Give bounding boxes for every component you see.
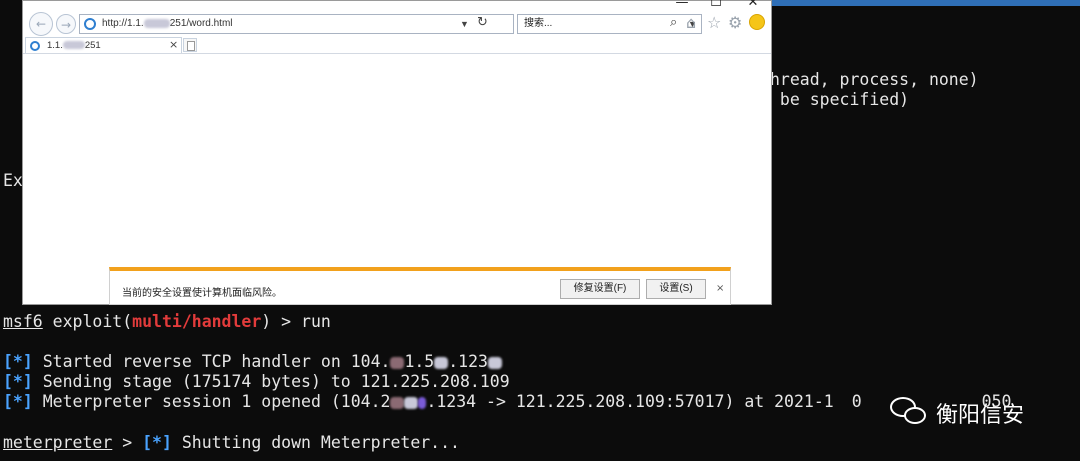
redaction-blur	[488, 356, 502, 369]
terminal-title-strip	[772, 0, 1080, 6]
redaction-blur	[418, 396, 427, 409]
address-dropdown-icon[interactable]: ▼	[460, 15, 469, 33]
redaction-blur	[434, 356, 449, 369]
browser-window[interactable]: — ☐ ✕ ← → http://1.1. 251/word.html ▼ ↻ 搜…	[22, 0, 772, 305]
module-name: multi/handler	[132, 312, 262, 331]
terminal-partial-line: be specified)	[770, 90, 910, 109]
infobar-message: 当前的安全设置使计算机面临风险。	[122, 288, 282, 299]
redaction-blur	[404, 396, 419, 409]
forward-icon[interactable]: →	[56, 14, 76, 34]
refresh-icon[interactable]: ↻	[477, 14, 488, 32]
close-button[interactable]: ✕	[742, 0, 764, 10]
back-icon[interactable]: ←	[29, 12, 53, 36]
watermark-text: 衡阳信安	[936, 403, 1025, 428]
redaction-blur	[143, 18, 170, 28]
home-icon[interactable]: ⌂	[686, 13, 696, 32]
new-tab-icon	[187, 41, 195, 51]
terminal-partial-line: Ex	[3, 171, 23, 190]
msf-prompt: msf6	[3, 312, 43, 331]
tab-close-icon[interactable]: ×	[169, 38, 178, 51]
redaction-blur	[390, 356, 405, 369]
msf-prompt-line: msf6 exploit(multi/handler) > run	[3, 312, 331, 331]
settings-button[interactable]: 设置(S)	[646, 279, 706, 299]
gear-icon[interactable]: ⚙	[728, 13, 742, 32]
output-line-session: [*] Meterpreter session 1 opened (104.2.…	[3, 392, 1012, 411]
infobar-close-icon[interactable]: ×	[716, 283, 724, 294]
security-infobar: 当前的安全设置使计算机面临风险。 修复设置(F) 设置(S) ×	[109, 267, 731, 305]
address-text: http://1.1. 251/word.html	[102, 18, 233, 29]
feedback-smiley-icon[interactable]	[749, 14, 765, 30]
tab-divider	[23, 53, 771, 54]
meterpreter-prompt: meterpreter	[3, 433, 113, 452]
tab-ie-icon	[30, 41, 40, 51]
output-line-started: [*] Started reverse TCP handler on 104. 1…	[3, 352, 502, 372]
favorites-star-icon[interactable]: ☆	[707, 13, 721, 32]
maximize-button[interactable]: ☐	[705, 0, 727, 10]
search-icon[interactable]: ⌕	[670, 14, 677, 32]
redaction-blur	[62, 41, 85, 50]
new-tab-button[interactable]	[183, 38, 197, 52]
fix-settings-button[interactable]: 修复设置(F)	[560, 279, 640, 299]
terminal-partial-line: hread, process, none)	[770, 70, 979, 89]
meterpreter-prompt-line: meterpreter > [*] Shutting down Meterpre…	[3, 433, 460, 452]
redaction-blur	[390, 396, 405, 409]
search-placeholder: 搜索...	[524, 18, 553, 29]
ie-page-icon	[84, 18, 96, 30]
tab-word-html[interactable]: 1.1. 251	[25, 37, 182, 53]
wechat-logo-icon	[904, 407, 926, 424]
address-bar[interactable]: http://1.1. 251/word.html ▼ ↻	[79, 14, 514, 34]
output-line-sending: [*] Sending stage (175174 bytes) to 121.…	[3, 372, 510, 391]
search-box[interactable]: 搜索... ⌕ ▼	[517, 14, 702, 34]
minimize-button[interactable]: —	[671, 0, 693, 10]
